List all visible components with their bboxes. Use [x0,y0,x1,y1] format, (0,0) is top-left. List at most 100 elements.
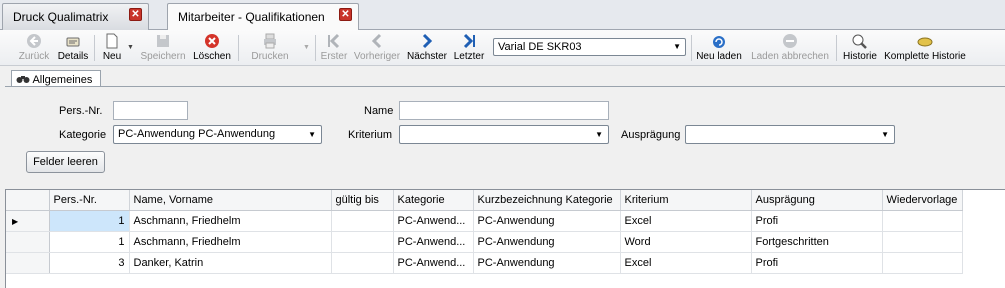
last-icon [463,33,475,49]
cell-kriterium[interactable]: Word [620,231,752,253]
document-tab-strip: Druck Qualimatrix ✕ Mitarbeiter - Qualif… [0,0,1005,31]
cell-gueltig-bis[interactable] [331,252,394,274]
tab-allgemeines[interactable]: Allgemeines [11,70,101,87]
chevron-down-icon: ▼ [308,130,316,139]
delete-button[interactable]: Löschen [190,32,234,64]
variant-select[interactable]: Varial DE SKR03 ▼ [493,38,686,56]
printer-icon [264,33,276,49]
new-button[interactable]: Neu [100,32,124,64]
clear-fields-button[interactable]: Felder leeren [26,151,105,173]
history-button[interactable]: Historie [840,32,880,64]
cell-wiedervorlage[interactable] [882,210,963,232]
current-row-pointer-icon: ▶ [12,216,19,226]
print-button[interactable]: Drucken [248,32,292,64]
kriterium-select[interactable]: ▼ [399,125,609,144]
column-header-kategorie[interactable]: Kategorie [393,190,474,211]
close-icon[interactable]: ✕ [129,8,142,21]
binoculars-icon [16,76,30,83]
tab-label: Mitarbeiter - Qualifikationen [178,10,325,24]
full-history-icon [917,37,933,47]
pers-nr-field[interactable] [113,101,188,120]
cell-auspraegung[interactable]: Profi [751,210,883,232]
separator [691,35,692,61]
first-record-button[interactable]: Erster [318,32,350,64]
cancel-load-button[interactable]: Laden abbrechen [748,32,832,64]
cell-pers-nr[interactable]: 1 [49,231,130,253]
table-row[interactable]: 1 Aschmann, Friedhelm PC-Anwend... PC-An… [6,231,963,253]
chevron-down-icon: ▼ [881,130,889,139]
column-header-wiedervorlage[interactable]: Wiedervorlage [882,190,963,211]
back-button[interactable]: Zurück [14,32,54,64]
close-icon[interactable]: ✕ [339,8,352,21]
cell-wiedervorlage[interactable] [882,231,963,253]
row-selector[interactable] [6,231,50,253]
previous-record-button[interactable]: Vorheriger [352,32,402,64]
tab-druck-qualimatrix[interactable]: Druck Qualimatrix ✕ [2,3,149,30]
cell-pers-nr[interactable]: 3 [49,252,130,274]
cell-gueltig-bis[interactable] [331,231,394,253]
tab-mitarbeiter-qualifikationen[interactable]: Mitarbeiter - Qualifikationen ✕ [167,3,359,31]
kategorie-select[interactable]: PC-Anwendung PC-Anwendung ▼ [113,125,322,144]
full-history-button[interactable]: Komplette Historie [882,32,968,64]
new-dropdown-icon[interactable]: ▼ [127,44,134,51]
header-row: Pers.-Nr. Name, Vorname gültig bis Kateg… [6,190,963,211]
name-field[interactable] [399,101,609,120]
details-icon [66,37,80,47]
column-header-kurzbezeichnung[interactable]: Kurzbezeichnung Kategorie [473,190,621,211]
delete-icon [205,34,219,48]
cell-pers-nr[interactable]: 1 [49,210,130,232]
row-selector[interactable] [6,252,50,274]
cell-kurzbezeichnung[interactable]: PC-Anwendung [473,252,621,274]
cell-kategorie[interactable]: PC-Anwend... [393,252,474,274]
cell-kriterium[interactable]: Excel [620,210,752,232]
separator [836,35,837,61]
cell-auspraegung[interactable]: Profi [751,252,883,274]
column-header-auspraegung[interactable]: Ausprägung [751,190,883,211]
qualifications-table: Pers.-Nr. Name, Vorname gültig bis Kateg… [6,190,963,274]
cell-wiedervorlage[interactable] [882,252,963,274]
cell-kategorie[interactable]: PC-Anwend... [393,210,474,232]
separator [315,35,316,61]
cell-name[interactable]: Aschmann, Friedhelm [129,231,332,253]
details-button[interactable]: Details [56,32,90,64]
cell-name[interactable]: Aschmann, Friedhelm [129,210,332,232]
reload-button[interactable]: Neu laden [694,32,744,64]
cell-gueltig-bis[interactable] [331,210,394,232]
kategorie-label: Kategorie [59,129,107,141]
cell-kriterium[interactable]: Excel [620,252,752,274]
separator [94,35,95,61]
separator [238,35,239,61]
column-header-name[interactable]: Name, Vorname [129,190,332,211]
last-record-button[interactable]: Letzter [452,32,486,64]
next-record-button[interactable]: Nächster [404,32,450,64]
table-row[interactable]: 3 Danker, Katrin PC-Anwend... PC-Anwendu… [6,252,963,274]
next-icon [422,33,433,49]
history-icon [852,34,867,49]
cell-name[interactable]: Danker, Katrin [129,252,332,274]
stop-icon [783,34,797,48]
pers-nr-label: Pers.-Nr. [59,105,103,117]
column-header-kriterium[interactable]: Kriterium [620,190,752,211]
print-dropdown-icon[interactable]: ▼ [303,44,310,51]
cell-kurzbezeichnung[interactable]: PC-Anwendung [473,210,621,232]
back-arrow-icon [27,34,41,48]
cell-kategorie[interactable]: PC-Anwend... [393,231,474,253]
column-header-pers-nr[interactable]: Pers.-Nr. [49,190,130,211]
auspraegung-select[interactable]: ▼ [685,125,895,144]
tab-label: Druck Qualimatrix [13,10,109,24]
kriterium-label: Kriterium [348,129,393,141]
filter-panel: Pers.-Nr. Name Kategorie PC-Anwendung PC… [5,86,1005,186]
column-header-gueltig-bis[interactable]: gültig bis [331,190,394,211]
row-header-corner [6,190,50,211]
row-selector[interactable]: ▶ [6,210,50,232]
cell-kurzbezeichnung[interactable]: PC-Anwendung [473,231,621,253]
save-disk-icon [157,35,169,47]
save-button[interactable]: Speichern [139,32,187,64]
name-label: Name [364,105,394,117]
chevron-down-icon: ▼ [673,42,681,51]
first-icon [328,33,340,49]
previous-icon [371,33,382,49]
auspraegung-label: Ausprägung [621,129,681,141]
cell-auspraegung[interactable]: Fortgeschritten [751,231,883,253]
table-row[interactable]: ▶ 1 Aschmann, Friedhelm PC-Anwend... PC-… [6,210,963,232]
